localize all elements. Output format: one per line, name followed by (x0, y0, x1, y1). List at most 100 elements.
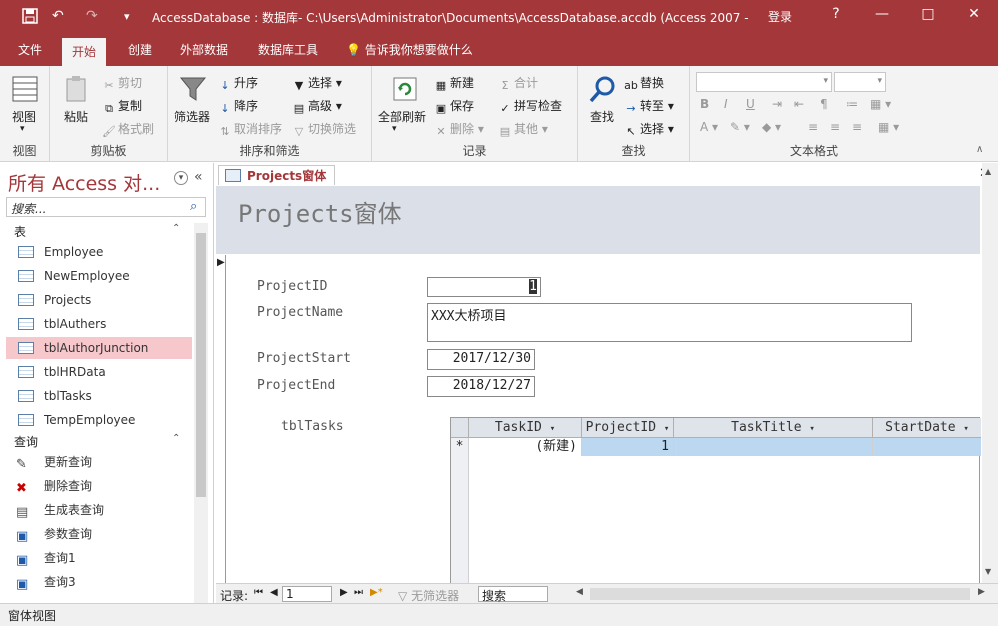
redo-icon[interactable]: ↷ (86, 8, 98, 24)
underline-button[interactable]: U (746, 97, 755, 111)
tab-external-data[interactable]: 外部数据 (170, 34, 238, 66)
fill-color-icon[interactable]: ◆ ▾ (762, 120, 781, 134)
cell-projectid-new[interactable]: 1 (582, 438, 674, 456)
save-record-button[interactable]: ▣ 保存 (434, 97, 474, 116)
descending-button[interactable]: ↓ 降序 (218, 97, 258, 116)
nav-query-delete[interactable]: ✖ 删除查询 (6, 475, 192, 497)
paste-button[interactable]: 粘贴 (64, 108, 88, 125)
shutter-bar-close-icon[interactable]: « (194, 169, 203, 185)
tab-file[interactable]: 文件 (8, 34, 52, 66)
project-name-field[interactable]: XXX大桥项目 (427, 303, 912, 342)
nav-query-update[interactable]: ✎ 更新查询 (6, 451, 192, 473)
first-record-icon[interactable]: ⏮ (254, 587, 263, 598)
collapse-up-icon[interactable]: ⌃ (172, 223, 180, 234)
project-end-field[interactable]: 2018/12/27 (427, 376, 535, 397)
spelling-button[interactable]: ✓ 拼写检查 (498, 97, 562, 116)
highlight-icon[interactable]: ✎ ▾ (730, 120, 750, 134)
close-button[interactable]: ✕ (964, 6, 984, 22)
customize-quick-access-icon[interactable]: ▾ (124, 10, 130, 23)
bold-button[interactable]: B (700, 97, 709, 111)
scroll-right-icon[interactable]: ▶ (978, 587, 985, 597)
refresh-all-icon[interactable] (390, 74, 420, 104)
gridlines-icon[interactable]: ▦ ▾ (870, 97, 891, 111)
align-left-icon[interactable]: ≡ (808, 120, 818, 134)
replace-button[interactable]: ab 替换 (624, 74, 664, 93)
scroll-up-icon[interactable]: ▲ (985, 167, 991, 176)
tasks-subform[interactable]: TaskID ▾ ProjectID ▾ TaskTitle ▾ StartDa… (450, 417, 981, 585)
no-filter-indicator[interactable]: ▽ 无筛选器 (398, 587, 459, 604)
nav-query-query1[interactable]: ▣ 查询1 (6, 547, 192, 569)
nav-query-make-table[interactable]: ▤ 生成表查询 (6, 499, 192, 521)
search-icon[interactable]: ⌕ (190, 199, 197, 214)
horizontal-scrollbar[interactable] (590, 588, 970, 600)
bullets-icon[interactable]: ≔ (846, 97, 858, 111)
nav-table-newemployee[interactable]: NewEmployee (6, 265, 192, 287)
font-color-icon[interactable]: A ▾ (700, 120, 718, 134)
next-record-icon[interactable]: ▶ (340, 587, 348, 598)
nav-table-tblhrdata[interactable]: tblHRData (6, 361, 192, 383)
refresh-all-button[interactable]: 全部刷新 (378, 108, 426, 125)
undo-icon[interactable]: ↶ (52, 8, 64, 24)
tab-home[interactable]: 开始 (62, 38, 107, 66)
help-icon[interactable]: ? (826, 6, 846, 22)
collapse-ribbon-icon[interactable]: ∧ (976, 144, 983, 155)
paste-icon[interactable] (62, 74, 92, 104)
nav-table-projects[interactable]: Projects (6, 289, 192, 311)
indent-icon[interactable]: ⇥ (772, 97, 782, 111)
find-button[interactable]: 查找 (590, 108, 614, 125)
toggle-filter-button[interactable]: ▽ 切换筛选 (292, 120, 356, 139)
column-header-startdate[interactable]: StartDate ▾ (873, 418, 981, 438)
project-start-field[interactable]: 2017/12/30 (427, 349, 535, 370)
current-record-input[interactable]: 1 (282, 586, 332, 602)
tab-database-tools[interactable]: 数据库工具 (248, 34, 328, 66)
font-size-dropdown[interactable]: ▾ (834, 72, 886, 92)
form-vertical-scrollbar[interactable]: ▲ ▼ (982, 163, 998, 603)
outdent-icon[interactable]: ⇤ (794, 97, 804, 111)
more-button[interactable]: ▤ 其他 ▾ (498, 120, 548, 139)
nav-menu-chevron-icon[interactable]: ▾ (174, 171, 188, 185)
column-header-tasktitle[interactable]: TaskTitle ▾ (674, 418, 873, 438)
tables-section-header[interactable]: 表 (14, 223, 26, 240)
alternate-row-color-icon[interactable]: ▦ ▾ (878, 120, 899, 134)
align-center-icon[interactable]: ≡ (830, 120, 840, 134)
magnifier-icon[interactable] (588, 74, 618, 104)
tab-create[interactable]: 创建 (118, 34, 162, 66)
nav-table-tblauthers[interactable]: tblAuthers (6, 313, 192, 335)
subform-corner[interactable] (451, 418, 469, 438)
cell-tasktitle-new[interactable] (674, 438, 873, 456)
nav-search-input[interactable]: 搜索... (6, 197, 206, 217)
queries-section-header[interactable]: 查询 (14, 433, 38, 450)
format-painter-button[interactable]: 🖌 格式刷 (102, 120, 154, 139)
cell-taskid-new[interactable]: (新建) (469, 438, 582, 456)
new-row-marker[interactable]: * (451, 438, 469, 456)
column-header-projectid[interactable]: ProjectID ▾ (582, 418, 674, 438)
totals-button[interactable]: Σ 合计 (498, 74, 539, 93)
record-search-input[interactable]: 搜索 (478, 586, 548, 603)
nav-table-tempemployee[interactable]: TempEmployee (6, 409, 192, 431)
nav-table-tblauthorjunction[interactable]: tblAuthorJunction (6, 337, 192, 359)
view-button[interactable]: 视图 (12, 108, 36, 125)
scroll-down-icon[interactable]: ▼ (985, 567, 991, 576)
goto-button[interactable]: → 转至 ▾ (624, 97, 673, 116)
cut-button[interactable]: ✂ 剪切 (102, 74, 142, 93)
nav-pane-header[interactable]: 所有 Access 对... (8, 169, 160, 196)
copy-button[interactable]: ⧉ 复制 (102, 97, 142, 116)
italic-button[interactable]: I (724, 97, 728, 111)
refresh-dropdown-icon[interactable]: ▾ (392, 124, 397, 134)
collapse-up-icon[interactable]: ⌃ (172, 433, 180, 444)
align-right-icon[interactable]: ≡ (852, 120, 862, 134)
scroll-left-icon[interactable]: ◀ (576, 587, 583, 597)
login-link[interactable]: 登录 (768, 8, 792, 25)
clear-sort-button[interactable]: ⇅ 取消排序 (218, 120, 282, 139)
tab-projects-form[interactable]: Projects窗体 (218, 165, 336, 185)
selection-filter-button[interactable]: ▼ 选择 ▾ (292, 74, 342, 93)
nav-query-query3[interactable]: ▣ 查询3 (6, 571, 192, 593)
nav-table-employee[interactable]: Employee (6, 241, 192, 263)
new-record-button[interactable]: ▦ 新建 (434, 74, 474, 93)
ascending-button[interactable]: ↓ 升序 (218, 74, 258, 93)
minimize-button[interactable]: — (872, 6, 892, 22)
advanced-filter-button[interactable]: ▤ 高级 ▾ (292, 97, 342, 116)
new-blank-record-icon[interactable]: ▶* (370, 587, 383, 598)
maximize-button[interactable]: □ (918, 6, 938, 22)
filter-button[interactable]: 筛选器 (174, 108, 210, 125)
